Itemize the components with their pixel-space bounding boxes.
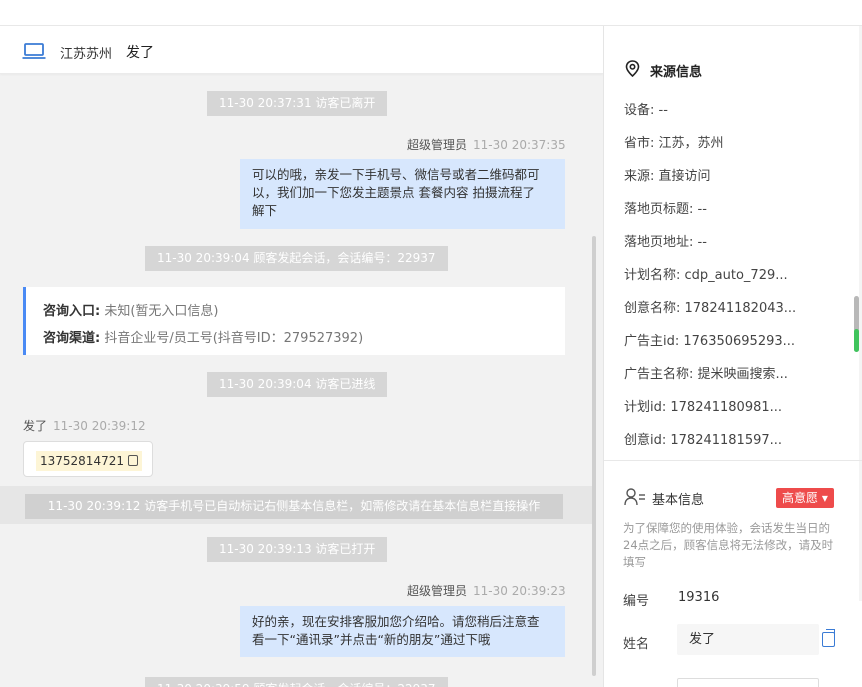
source-origin: 来源: 直接访问 — [624, 169, 711, 184]
source-creative-name: 创意名称: 178241182043... — [624, 301, 797, 316]
source-advertiser-id: 广告主id: 176350695293... — [624, 334, 796, 349]
laptop-icon — [22, 43, 46, 59]
caret-down-icon: ▾ — [821, 491, 828, 505]
source-landing-title: 落地页标题: -- — [624, 202, 707, 217]
message-sender: 发了 11-30 20:39:12 — [23, 417, 146, 434]
message-line: 看一下“通讯录”并点击“新的朋友”通过下哦 — [252, 632, 491, 647]
copy-icon[interactable] — [127, 455, 138, 466]
phone-number: 13752814721 — [40, 454, 124, 468]
message-line: 好的亲，现在安排客服加您介绍哈。请您稍后注意查 — [252, 614, 540, 629]
message-sender: 超级管理员 11-30 20:37:35 — [407, 136, 566, 153]
sender-name: 超级管理员 — [407, 584, 468, 598]
location-pin-icon — [625, 60, 640, 77]
chat-panel: 江苏苏州 发了 11-30 20:37:31 访客已离开 超级管理员 11-30 … — [0, 26, 603, 687]
message-time: 11-30 20:37:35 — [473, 138, 566, 152]
top-bar — [0, 0, 862, 26]
message-time: 11-30 20:39:23 — [473, 584, 566, 598]
source-province-city: 省市: 江苏，苏州 — [624, 136, 724, 151]
user-info-icon — [624, 488, 645, 506]
sidebar-scrollbar-indicator — [854, 329, 859, 352]
consult-entry-label: 咨询入口: — [43, 304, 101, 319]
visitor-location: 江苏苏州 — [60, 47, 113, 62]
source-plan-name: 计划名称: cdp_auto_729... — [624, 268, 788, 283]
intent-label: 高意愿 — [782, 491, 819, 505]
visitor-message-bubble: 13752814721 — [23, 441, 153, 477]
system-message: 11-30 20:39:04 访客已进线 — [207, 372, 388, 397]
source-creative-id: 创意id: 178241181597... — [624, 433, 783, 448]
source-device: 设备: -- — [624, 103, 668, 118]
message-sender: 超级管理员 11-30 20:39:23 — [407, 582, 566, 599]
consult-entry-value: 未知(暂无入口信息) — [104, 304, 219, 319]
source-landing-url: 落地页地址: -- — [624, 235, 707, 250]
message-time: 11-30 20:39:12 — [53, 419, 146, 433]
consult-info-card: 咨询入口: 未知(暂无入口信息) 咨询渠道: 抖音企业号/员工号(抖音号ID：2… — [23, 287, 565, 355]
basic-info-title: 基本信息 — [652, 493, 705, 508]
next-field-input[interactable] — [677, 678, 819, 687]
sender-name: 超级管理员 — [407, 138, 468, 152]
consult-channel: 咨询渠道: 抖音企业号/员工号(抖音号ID：279527392) — [43, 325, 548, 352]
source-info-title: 来源信息 — [650, 65, 703, 80]
consult-entry: 咨询入口: 未知(暂无入口信息) — [43, 298, 548, 325]
consult-channel-label: 咨询渠道: — [43, 331, 101, 346]
message-line: 可以的哦，亲发一下手机号、微信号或者二维码都可 — [252, 167, 540, 182]
system-message: 11-30 20:39:13 访客已打开 — [207, 537, 388, 562]
edit-notice: 为了保障您的使用体验，会话发生当日的24点之后，顾客信息将无法修改，请及时填写 — [623, 521, 834, 569]
system-message: 11-30 20:39:04 顾客发起会话，会话编号：22937 — [145, 246, 448, 271]
system-message: 11-30 20:37:31 访客已离开 — [207, 91, 388, 116]
copy-icon[interactable] — [822, 629, 835, 647]
consult-channel-value: 抖音企业号/员工号(抖音号ID：279527392) — [104, 331, 364, 346]
source-plan-id: 计划id: 178241180981... — [624, 400, 783, 415]
phone-number-tag[interactable]: 13752814721 — [36, 451, 142, 471]
chat-scrollbar[interactable] — [592, 236, 596, 676]
name-input[interactable]: 发了 — [677, 624, 819, 655]
id-value: 19316 — [678, 590, 720, 605]
section-divider — [604, 460, 862, 461]
sender-name: 发了 — [23, 419, 48, 433]
source-advertiser-name: 广告主名称: 提米映画搜索... — [624, 367, 788, 382]
system-message: 11-30 20:39:59 顾客发起会话，会话编号：22937 — [145, 677, 448, 687]
customer-info-sidebar: 来源信息 设备: -- 省市: 江苏，苏州 来源: 直接访问 落地页标题: --… — [603, 26, 862, 687]
agent-message-bubble: 好的亲，现在安排客服加您介绍哈。请您稍后注意查 看一下“通讯录”并点击“新的朋友… — [240, 606, 565, 657]
system-message: 11-30 20:39:12 访客手机号已自动标记右侧基本信息栏，如需修改请在基… — [25, 494, 563, 519]
chat-header: 江苏苏州 发了 — [0, 26, 603, 74]
agent-message-bubble: 可以的哦，亲发一下手机号、微信号或者二维码都可 以，我们加一下您发主题景点 套餐… — [240, 159, 565, 229]
id-label: 编号 — [623, 594, 650, 609]
message-line: 解下 — [252, 203, 278, 218]
name-label: 姓名 — [623, 637, 650, 652]
message-line: 以，我们加一下您发主题景点 套餐内容 拍摄流程了 — [252, 185, 535, 200]
intent-level-dropdown[interactable]: 高意愿 ▾ — [776, 488, 834, 508]
visitor-name: 发了 — [126, 45, 154, 61]
